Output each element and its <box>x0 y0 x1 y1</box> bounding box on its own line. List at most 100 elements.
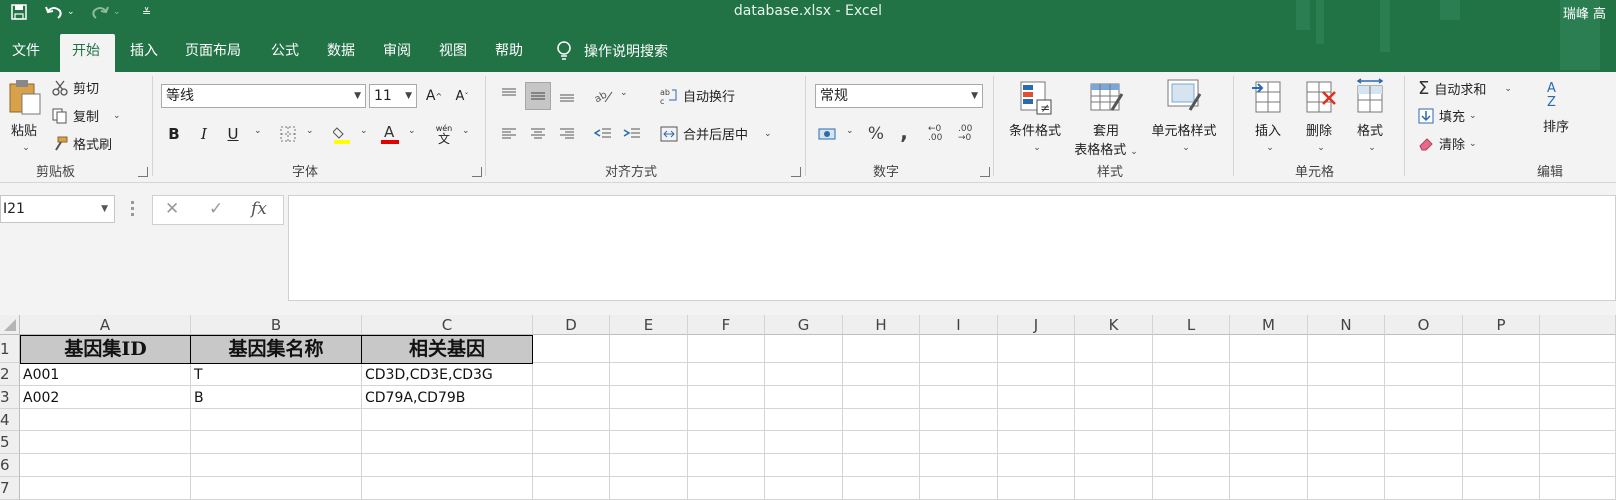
grid-cell[interactable] <box>843 454 920 477</box>
grid-cell[interactable] <box>1385 335 1463 363</box>
formula-bar-resize-handle[interactable] <box>131 201 134 219</box>
grid-cell[interactable] <box>920 431 998 454</box>
grid-cell[interactable] <box>688 454 765 477</box>
grid-cell[interactable] <box>920 386 998 409</box>
align-center-icon[interactable] <box>526 122 550 146</box>
copy-button[interactable]: 复制 ⌄ <box>52 106 121 125</box>
grid-cell[interactable] <box>998 386 1075 409</box>
cell-c2[interactable]: CD3D,CD3E,CD3G <box>362 364 533 386</box>
grid-cell[interactable] <box>610 431 688 454</box>
column-header-k[interactable]: K <box>1075 315 1153 335</box>
column-header-l[interactable]: L <box>1153 315 1230 335</box>
grid-cell[interactable] <box>1308 454 1385 477</box>
row-header-5[interactable]: 5 <box>0 431 20 454</box>
grid-cell[interactable] <box>920 477 998 500</box>
grid-cell[interactable] <box>1463 454 1540 477</box>
row-header-3[interactable]: 3 <box>0 386 20 409</box>
grid-cell[interactable] <box>1153 335 1230 363</box>
align-bottom-icon[interactable] <box>555 84 579 108</box>
cell-b1[interactable]: 基因集名称 <box>190 335 362 364</box>
grid-cell[interactable] <box>1463 386 1540 409</box>
grid-cell[interactable] <box>1385 386 1463 409</box>
grid-cell[interactable] <box>843 431 920 454</box>
fill-color-dropdown[interactable]: ⌄ <box>356 126 368 136</box>
column-header-m[interactable]: M <box>1230 315 1308 335</box>
grid-cell[interactable] <box>1075 477 1153 500</box>
grid-cell[interactable] <box>533 409 610 431</box>
grid-cell[interactable] <box>998 409 1075 431</box>
grid-cell[interactable] <box>1153 431 1230 454</box>
enter-icon[interactable]: ✓ <box>209 199 223 219</box>
tab-home[interactable]: 开始 <box>60 34 115 72</box>
grid-cell[interactable] <box>20 477 191 500</box>
grid-cell[interactable] <box>1540 454 1616 477</box>
column-header-b[interactable]: B <box>191 315 362 335</box>
grid-cell[interactable] <box>1385 477 1463 500</box>
tab-file[interactable]: 文件 <box>0 34 52 72</box>
grid-cell[interactable] <box>998 431 1075 454</box>
number-format-select[interactable]: 常规 ▼ <box>815 84 983 108</box>
row-header-2[interactable]: 2 <box>0 363 20 386</box>
column-header-h[interactable]: H <box>843 315 920 335</box>
italic-button[interactable]: I <box>192 122 216 146</box>
grid-cell[interactable] <box>1463 477 1540 500</box>
orientation-icon[interactable]: ab <box>592 84 616 108</box>
cut-button[interactable]: 剪切 <box>52 78 99 97</box>
clear-button[interactable]: 清除 ⌄ <box>1418 134 1477 153</box>
delete-cells-button[interactable]: 删除 ⌄ <box>1297 78 1341 154</box>
grid-cell[interactable] <box>765 454 843 477</box>
align-middle-icon[interactable] <box>525 82 551 110</box>
grid-cell[interactable] <box>362 454 533 477</box>
grid-cell[interactable] <box>533 386 610 409</box>
grid-cell[interactable] <box>920 409 998 431</box>
column-header-p[interactable]: P <box>1463 315 1540 335</box>
grid-cell[interactable] <box>1153 477 1230 500</box>
grid-cell[interactable] <box>1230 386 1308 409</box>
grid-cell[interactable] <box>920 363 998 386</box>
grid-cell[interactable] <box>533 363 610 386</box>
grid-cell[interactable] <box>362 409 533 431</box>
grid-cell[interactable] <box>688 477 765 500</box>
column-header-c[interactable]: C <box>362 315 533 335</box>
row-header-4[interactable]: 4 <box>0 409 20 431</box>
grid-cell[interactable] <box>688 386 765 409</box>
cancel-icon[interactable]: ✕ <box>165 199 179 219</box>
grid-cell[interactable] <box>1153 409 1230 431</box>
grid-cell[interactable] <box>362 431 533 454</box>
font-color-dropdown[interactable]: ⌄ <box>404 126 416 136</box>
column-header-q[interactable] <box>1540 315 1616 335</box>
font-name-select[interactable]: 等线 ▼ <box>161 84 366 108</box>
grid-cell[interactable] <box>1540 409 1616 431</box>
row-header-1[interactable]: 1 <box>0 335 20 363</box>
grid-cell[interactable] <box>533 431 610 454</box>
grid-cell[interactable] <box>1308 386 1385 409</box>
grid-cell[interactable] <box>610 454 688 477</box>
format-painter-button[interactable]: 格式刷 <box>52 134 112 153</box>
grid-cell[interactable] <box>533 335 610 363</box>
grid-cell[interactable] <box>610 477 688 500</box>
grid-cell[interactable] <box>998 335 1075 363</box>
grid-cell[interactable] <box>920 335 998 363</box>
grid-cell[interactable] <box>1230 409 1308 431</box>
grid-cell[interactable] <box>1075 431 1153 454</box>
grid-cell[interactable] <box>1075 409 1153 431</box>
grid-cell[interactable] <box>1230 363 1308 386</box>
grid-cell[interactable] <box>191 409 362 431</box>
user-name[interactable]: 瑞峰 高 <box>1563 3 1606 22</box>
underline-dropdown[interactable]: ⌄ <box>250 126 262 136</box>
grid-cell[interactable] <box>1463 409 1540 431</box>
align-left-icon[interactable] <box>497 122 521 146</box>
format-cells-button[interactable]: 格式 ⌄ <box>1348 78 1392 154</box>
grid-cell[interactable] <box>1308 431 1385 454</box>
grid-cell[interactable] <box>1075 335 1153 363</box>
align-right-icon[interactable] <box>555 122 579 146</box>
grid-cell[interactable] <box>688 431 765 454</box>
grid-cell[interactable] <box>765 431 843 454</box>
grid-cell[interactable] <box>191 431 362 454</box>
row-header-6[interactable]: 6 <box>0 454 20 477</box>
orientation-dropdown[interactable]: ⌄ <box>616 88 628 98</box>
grid-cell[interactable] <box>1153 454 1230 477</box>
column-header-d[interactable]: D <box>533 315 610 335</box>
percent-style-button[interactable]: % <box>864 122 888 146</box>
column-header-e[interactable]: E <box>610 315 688 335</box>
